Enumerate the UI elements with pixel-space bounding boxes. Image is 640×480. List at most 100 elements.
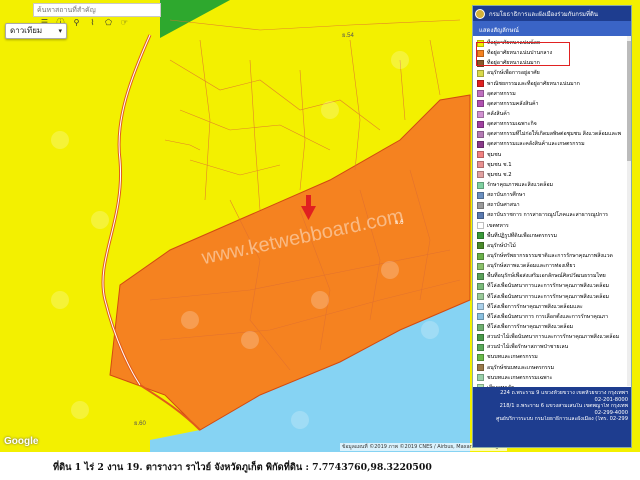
legend-label: เขตทหาร bbox=[487, 222, 509, 229]
legend-item: อุตสาหกรรมที่ไม่ก่อให้เกิดมลพิษต่อชุมชน … bbox=[477, 129, 629, 139]
legend-item: อนุรักษ์เพื่อการอยู่อาศัย bbox=[477, 68, 629, 78]
legend-swatch bbox=[477, 374, 484, 382]
legend-swatch bbox=[477, 333, 484, 341]
legend-label: ที่โล่งเพื่อนันทนาการ การเลือกตั้งและการ… bbox=[487, 313, 609, 320]
department-seal-icon bbox=[475, 8, 485, 19]
road-label: ย.60 bbox=[134, 421, 146, 427]
legend-item: เขตทหาร bbox=[477, 221, 629, 231]
legend-item: พาณิชยกรรมและที่อยู่อาศัยหนาแน่นมาก bbox=[477, 79, 629, 89]
legend-panel: กรมโยธาธิการและผังเมืองร่วมกับกรมที่ดิน … bbox=[472, 5, 632, 448]
legend-label: รักษาคุณภาพและสิ่งแวดล้อม bbox=[487, 182, 554, 189]
legend-swatch bbox=[477, 151, 484, 159]
legend-item: ที่อยู่อาศัยหนาแน่นปานกลาง bbox=[477, 48, 629, 58]
pointer-icon[interactable]: ☞ bbox=[120, 18, 129, 28]
legend-item: พื้นที่ปฏิรูปที่ดินเพื่อเกษตรกรรม bbox=[477, 231, 629, 241]
basemap-select[interactable]: ดาวเทียม ▾ bbox=[5, 23, 67, 39]
map-canvas[interactable]: ย.54 ย.60 ย.6 www.ketwebboard.com ☰ ⓘ ⚲ … bbox=[0, 0, 640, 452]
legend-item: อุตสาหกรรมและคลังสินค้าและเกษตรกรรม bbox=[477, 139, 629, 149]
legend-label: อนุรักษ์ทรัพยากรธรรมชาติและการรักษาคุณภา… bbox=[487, 253, 613, 260]
legend-swatch bbox=[477, 140, 484, 148]
legend-swatch bbox=[477, 303, 484, 311]
road-label: ย.54 bbox=[342, 33, 354, 39]
legend-label: ชุมชน ช.1 bbox=[487, 161, 512, 168]
pin-icon[interactable]: ⚲ bbox=[72, 18, 81, 28]
legend-item: รักษาคุณภาพและสิ่งแวดล้อม bbox=[477, 180, 629, 190]
legend-swatch bbox=[477, 100, 484, 108]
legend-label: พื้นที่อนุรักษ์เพื่อส่งเสริมเอกลักษณ์ศิล… bbox=[487, 273, 606, 280]
legend-label: ที่โล่งเพื่อนันทนาการและการรักษาคุณภาพสิ… bbox=[487, 283, 610, 290]
legend-item: ที่โล่งเพื่อนันทนาการและการรักษาคุณภาพสิ… bbox=[477, 281, 629, 291]
legend-label: อุตสาหกรรมเฉพาะกิจ bbox=[487, 121, 537, 128]
legend-swatch bbox=[477, 120, 484, 128]
legend-swatch bbox=[477, 252, 484, 260]
legend-swatch bbox=[477, 282, 484, 290]
legend-label: ที่โล่งเพื่อนันทนาการและการรักษาคุณภาพสิ… bbox=[487, 293, 610, 300]
legend-swatch bbox=[477, 181, 484, 189]
map-app: ย.54 ย.60 ย.6 www.ketwebboard.com ☰ ⓘ ⚲ … bbox=[0, 0, 640, 480]
legend-label: อนุรักษ์สภาพแวดล้อมและการท่องเที่ยว bbox=[487, 263, 576, 270]
legend-item: สถาบันการศึกษา bbox=[477, 190, 629, 200]
legend-item: ชุมชน ช.2 bbox=[477, 170, 629, 180]
google-logo: Google bbox=[4, 436, 39, 447]
legend-swatch bbox=[477, 171, 484, 179]
legend-item: ชุมชน ช.1 bbox=[477, 160, 629, 170]
sea-area-lower bbox=[150, 430, 200, 452]
scrollbar-thumb[interactable] bbox=[627, 41, 631, 161]
land-caption: ที่ดิน 1 ไร่ 2 งาน 19. ตารางวา ราไวย์ จั… bbox=[0, 452, 640, 480]
legend-swatch bbox=[477, 201, 484, 209]
footer-line: 02-299-4000 bbox=[594, 409, 628, 416]
legend-item: คลังสินค้า bbox=[477, 109, 629, 119]
legend-item: อุตสาหกรรมคลังสินค้า bbox=[477, 99, 629, 109]
legend-swatch bbox=[477, 90, 484, 98]
legend-swatch bbox=[477, 313, 484, 321]
legend-scrollbar[interactable] bbox=[627, 36, 631, 386]
legend-swatch bbox=[477, 39, 484, 47]
legend-item: ที่โล่งเพื่อนันทนาการ การเลือกตั้งและการ… bbox=[477, 312, 629, 322]
legend-item: พื้นที่อนุรักษ์เพื่อส่งเสริมเอกลักษณ์ศิล… bbox=[477, 271, 629, 281]
chevron-down-icon: ▾ bbox=[58, 27, 62, 35]
legend-item: อุตสาหกรรม bbox=[477, 89, 629, 99]
legend-swatch bbox=[477, 191, 484, 199]
legend-swatch bbox=[477, 343, 484, 351]
legend-item: ที่อยู่อาศัยหนาแน่นมาก bbox=[477, 58, 629, 68]
legend-swatch bbox=[477, 211, 484, 219]
legend-label: สถาบันราชการ การสาธารณูปโภคและสาธารณูปกา… bbox=[487, 212, 609, 219]
legend-item: อนุรักษ์ป่าไม้ bbox=[477, 241, 629, 251]
legend-swatch bbox=[477, 242, 484, 250]
footer-line: ศูนย์บริการระบบ กรมโยธาธิการและผังเมือง … bbox=[496, 416, 628, 423]
legend-swatch bbox=[477, 161, 484, 169]
legend-item: ที่โล่งเพื่อนันทนาการและการรักษาคุณภาพสิ… bbox=[477, 292, 629, 302]
legend-label: อุตสาหกรรมและคลังสินค้าและเกษตรกรรม bbox=[487, 141, 585, 148]
legend-item: ที่โล่งเพื่อการรักษาคุณภาพสิ่งแวดล้อม bbox=[477, 322, 629, 332]
legend-item: อนุรักษ์ชนบทและเกษตรกรรม bbox=[477, 363, 629, 373]
legend-item: ที่อยู่อาศัยหนาแน่นน้อย bbox=[477, 38, 629, 48]
legend-item: สวนป่าไม้เพื่อนันทนาการและการรักษาคุณภาพ… bbox=[477, 332, 629, 342]
legend-swatch bbox=[477, 262, 484, 270]
footer-line: 02-201-8000 bbox=[594, 396, 628, 403]
legend-label: คลังสินค้า bbox=[487, 111, 510, 118]
legend-label: อนุรักษ์ป่าไม้ bbox=[487, 242, 516, 249]
panel-footer: 224 ถ.พระราม 9 แขวงห้วยขวาง เขตห้วยขวาง … bbox=[473, 387, 631, 447]
legend-item: สถาบันราชการ การสาธารณูปโภคและสาธารณูปกา… bbox=[477, 210, 629, 220]
legend-swatch bbox=[477, 232, 484, 240]
legend-label: ชนบทและเกษตรกรรมเฉพาะ bbox=[487, 374, 553, 381]
legend-swatch bbox=[477, 49, 484, 57]
legend-item: ชุมชน bbox=[477, 150, 629, 160]
legend-label: สถาบันศาสนา bbox=[487, 202, 520, 209]
legend-label: อนุรักษ์เพื่อการอยู่อาศัย bbox=[487, 70, 540, 77]
legend-swatch bbox=[477, 69, 484, 77]
search-input[interactable] bbox=[33, 3, 161, 17]
park-area bbox=[160, 0, 230, 38]
legend-label: ที่อยู่อาศัยหนาแน่นน้อย bbox=[487, 40, 541, 47]
legend-item: สถาบันศาสนา bbox=[477, 200, 629, 210]
legend-label: สวนป่าไม้เพื่อนันทนาการและการรักษาคุณภาพ… bbox=[487, 334, 620, 341]
legend-label: อุตสาหกรรมคลังสินค้า bbox=[487, 100, 539, 107]
legend-label: ที่อยู่อาศัยหนาแน่นปานกลาง bbox=[487, 50, 553, 57]
polygon-icon[interactable]: ⬠ bbox=[104, 18, 113, 28]
lasso-icon[interactable]: ⌇ bbox=[88, 18, 97, 28]
footer-line: 218/1 ถ.พระราม 6 แขวงสามเสนใน เขตพญาไท ก… bbox=[499, 403, 628, 410]
panel-subheader: แสดงสัญลักษณ์ bbox=[473, 21, 631, 36]
legend-label: สวนป่าไม้เพื่อรักษาสภาพป่าชายเลน bbox=[487, 344, 569, 351]
legend-item: สวนป่าไม้เพื่อรักษาสภาพป่าชายเลน bbox=[477, 342, 629, 352]
legend-label: ที่โล่งเพื่อการรักษาคุณภาพสิ่งแวดล้อม bbox=[487, 324, 574, 330]
